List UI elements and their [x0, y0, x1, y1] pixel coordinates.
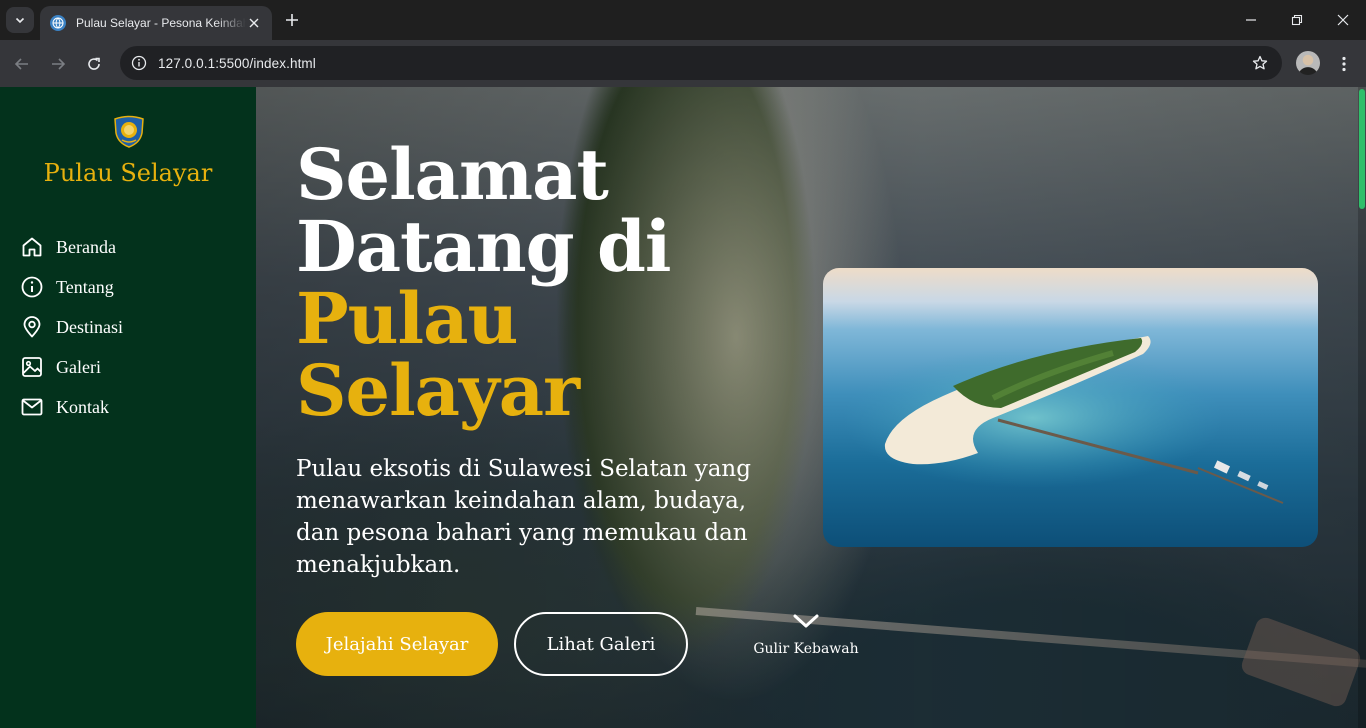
home-icon [22, 237, 42, 257]
new-tab-button[interactable] [280, 8, 304, 32]
regency-emblem-icon [114, 115, 144, 148]
tab-title: Pulau Selayar - Pesona Keindahan Selayar [76, 16, 247, 30]
sidebar-item-label: Destinasi [56, 316, 123, 337]
sidebar-item-label: Galeri [56, 356, 101, 377]
browser-toolbar: 127.0.0.1:5500/index.html [0, 40, 1366, 87]
sidebar-item-label: Beranda [56, 236, 116, 257]
scroll-label: Gulir Kebawah [753, 641, 859, 657]
browser-tab-strip: Pulau Selayar - Pesona Keindahan Selayar [0, 0, 1366, 40]
info-icon [21, 276, 43, 298]
hero-section: Selamat Datang di Pulau Selayar Pulau ek… [256, 87, 1366, 728]
close-icon [1337, 14, 1349, 26]
reload-icon [88, 57, 100, 70]
chevron-down-icon [793, 614, 819, 628]
scroll-down-indicator[interactable]: Gulir Kebawah [744, 613, 868, 657]
sidebar-item-tentang[interactable]: Tentang [20, 267, 123, 307]
hero-description: Pulau eksotis di Sulawesi Selatan yang m… [296, 456, 751, 578]
plus-icon [286, 14, 298, 26]
restore-icon [1291, 14, 1303, 26]
brand-title[interactable]: Pulau Selayar [0, 159, 256, 187]
sidebar-item-label: Kontak [56, 396, 109, 417]
hero-title-line: Selamat [296, 133, 609, 216]
url-text[interactable]: 127.0.0.1:5500/index.html [158, 56, 316, 71]
sidebar-nav: Beranda Tentang Destinasi Galeri Kontak [20, 227, 123, 427]
island-illustration [843, 336, 1284, 504]
browser-menu-button[interactable] [1330, 50, 1358, 78]
tab-search-button[interactable] [6, 7, 34, 33]
reload-button[interactable] [80, 50, 108, 78]
image-icon [22, 357, 42, 377]
browser-tab-active[interactable]: Pulau Selayar - Pesona Keindahan Selayar [40, 6, 272, 40]
page-viewport: Pulau Selayar Beranda Tentang Destinasi … [0, 87, 1366, 728]
mail-icon [21, 398, 43, 416]
hero-title-highlight: Selayar [296, 349, 580, 432]
more-vertical-icon [1342, 56, 1346, 72]
sidebar-item-label: Tentang [56, 276, 114, 297]
hero-title-highlight: Pulau [296, 277, 518, 360]
close-tab-icon[interactable] [246, 15, 262, 31]
scrollbar-thumb[interactable] [1359, 89, 1365, 209]
address-bar[interactable]: 127.0.0.1:5500/index.html [120, 46, 1282, 80]
hero-title: Selamat Datang di Pulau Selayar [296, 139, 671, 427]
page-scrollbar[interactable] [1358, 87, 1366, 728]
back-button[interactable] [8, 50, 36, 78]
globe-icon [50, 15, 66, 31]
chevron-down-icon [15, 17, 25, 24]
close-window-button[interactable] [1320, 0, 1366, 40]
site-info-icon[interactable] [126, 50, 152, 76]
sidebar-item-galeri[interactable]: Galeri [20, 347, 123, 387]
bookmark-star-icon[interactable] [1248, 51, 1272, 75]
map-pin-icon [23, 316, 41, 338]
forward-button[interactable] [44, 50, 72, 78]
minimize-button[interactable] [1228, 0, 1274, 40]
hero-title-line: Datang di [296, 205, 671, 288]
sidebar-item-beranda[interactable]: Beranda [20, 227, 123, 267]
arrow-left-icon [14, 58, 28, 70]
sidebar: Pulau Selayar Beranda Tentang Destinasi … [0, 87, 256, 728]
profile-avatar[interactable] [1296, 51, 1320, 75]
sidebar-item-kontak[interactable]: Kontak [20, 387, 123, 427]
gallery-button[interactable]: Lihat Galeri [514, 612, 688, 676]
sidebar-item-destinasi[interactable]: Destinasi [20, 307, 123, 347]
restore-button[interactable] [1274, 0, 1320, 40]
arrow-right-icon [52, 58, 66, 70]
explore-button[interactable]: Jelajahi Selayar [296, 612, 498, 676]
minimize-icon [1246, 19, 1256, 21]
island-aerial-photo [823, 268, 1318, 547]
